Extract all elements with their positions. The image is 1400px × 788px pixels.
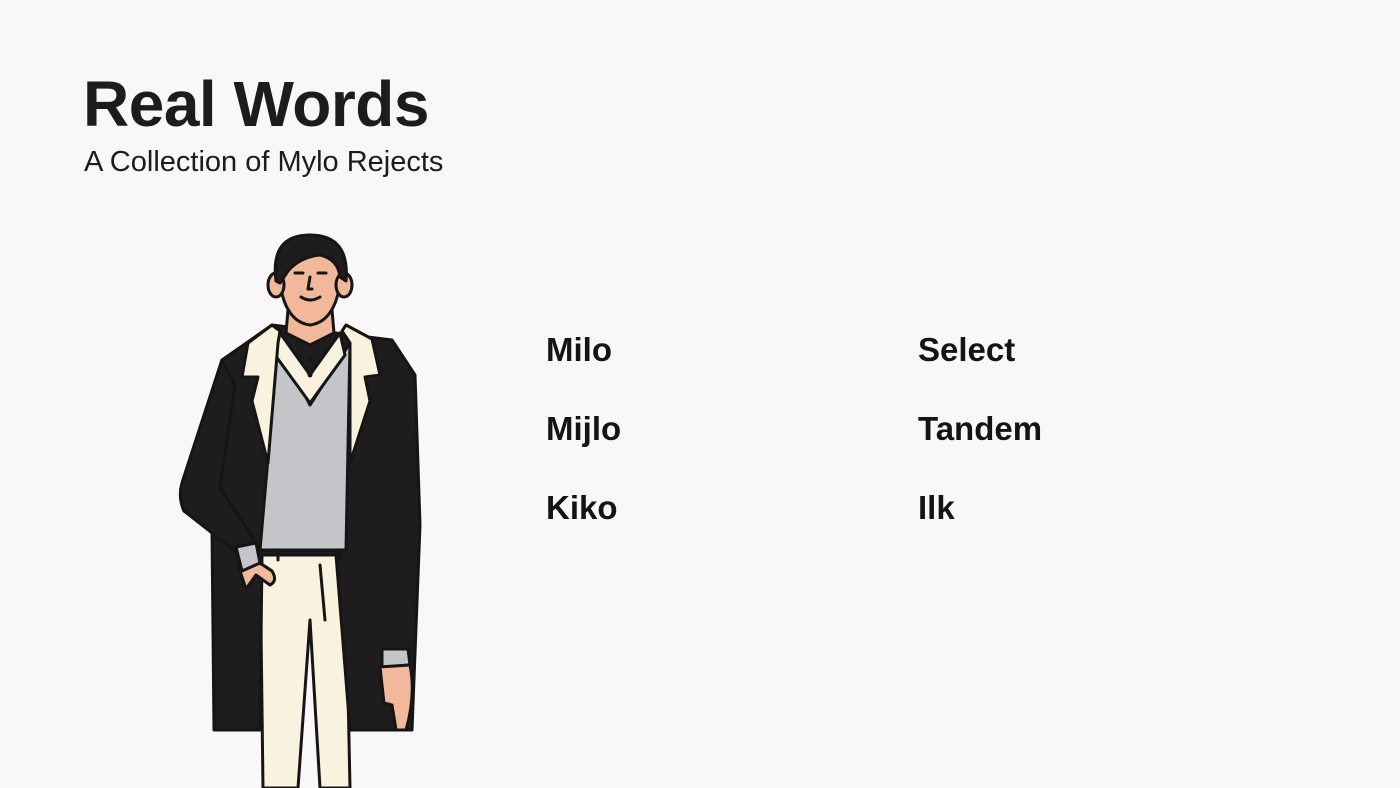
slide-title: Real Words — [83, 68, 429, 140]
word-tandem: Tandem — [918, 410, 1043, 447]
word-grid: Milo Mijlo Kiko Select Tandem Ilk — [546, 330, 1146, 550]
word-ilk: Ilk — [918, 489, 955, 526]
word-milo: Milo — [546, 331, 612, 368]
word-mijlo: Mijlo — [546, 410, 622, 447]
word-select: Select — [918, 331, 1016, 368]
trousers — [258, 548, 352, 788]
man-in-coat-illustration — [178, 233, 422, 788]
word-kiko: Kiko — [546, 489, 618, 526]
slide: Real Words A Collection of Mylo Rejects — [0, 0, 1400, 788]
slide-subtitle: A Collection of Mylo Rejects — [84, 146, 444, 178]
